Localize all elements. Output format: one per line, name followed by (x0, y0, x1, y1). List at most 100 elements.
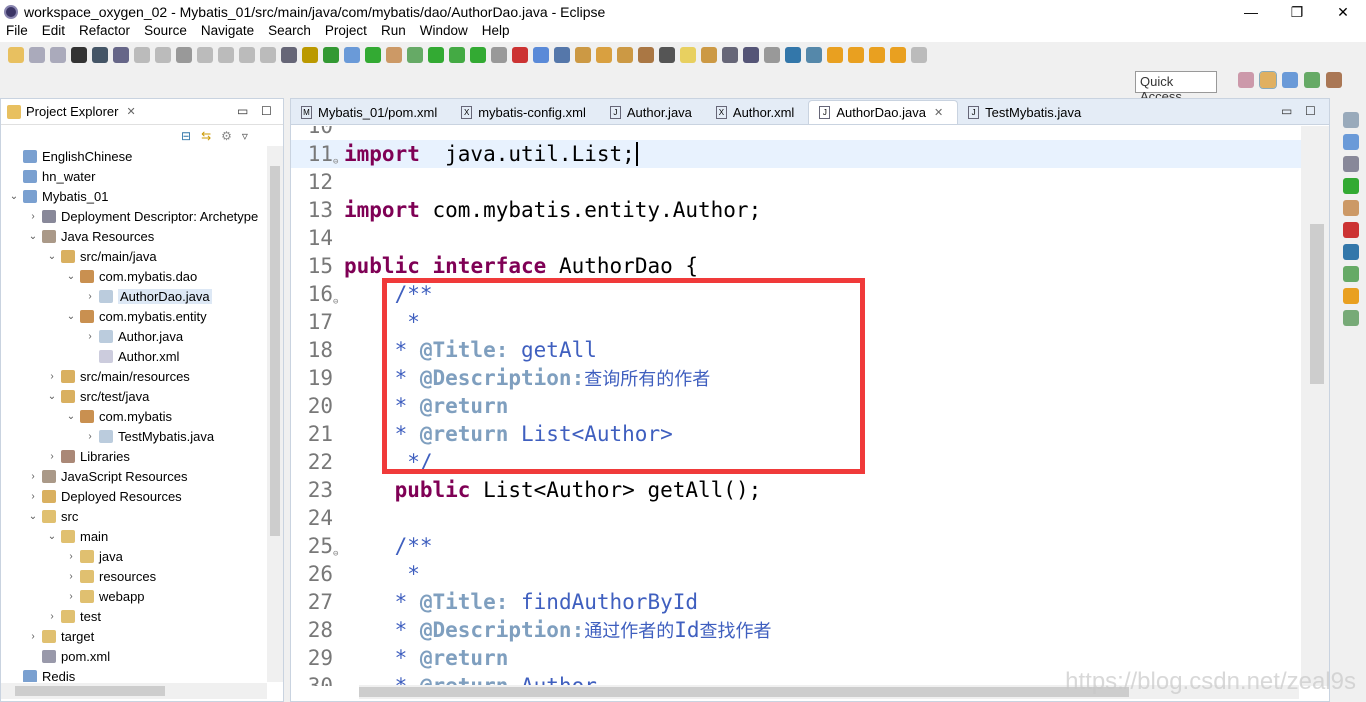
suspend-icon[interactable] (155, 47, 171, 63)
coverage-icon[interactable] (449, 47, 465, 63)
block-selection-icon[interactable] (722, 47, 738, 63)
collapsed-arrow-icon[interactable]: › (45, 451, 59, 462)
collapse-all-icon[interactable]: ⊟ (181, 129, 191, 143)
project-explorer-tab[interactable]: Project Explorer ✕ ▭ ☐ (1, 99, 283, 125)
servers-icon[interactable] (1343, 200, 1359, 216)
maximize-view-icon[interactable]: ☐ (261, 104, 272, 118)
highlight-icon[interactable] (680, 47, 696, 63)
back-arrow-icon[interactable] (890, 47, 906, 63)
run-last-icon[interactable] (512, 47, 528, 63)
quick-access-input[interactable]: Quick Access (1135, 71, 1217, 104)
drop-frame-icon[interactable] (281, 47, 297, 63)
expanded-arrow-icon[interactable]: ⌄ (26, 511, 40, 522)
open-perspective-icon[interactable] (1238, 72, 1254, 88)
collapsed-arrow-icon[interactable]: › (64, 551, 78, 562)
stop-icon[interactable] (491, 47, 507, 63)
progress-icon[interactable] (1343, 266, 1359, 282)
console-icon[interactable] (92, 47, 108, 63)
debug-view-icon[interactable] (1343, 310, 1359, 326)
toggle-ws-icon[interactable] (701, 47, 717, 63)
minimize-editor-icon[interactable]: ▭ (1281, 104, 1292, 118)
tree-item[interactable]: › JavaScript Resources (1, 466, 267, 486)
expanded-arrow-icon[interactable]: ⌄ (64, 311, 78, 322)
show-whitespace-icon[interactable] (743, 47, 759, 63)
hierarchy-icon[interactable] (1343, 156, 1359, 172)
expanded-arrow-icon[interactable]: ⌄ (64, 411, 78, 422)
spring-boot-icon[interactable] (323, 47, 339, 63)
tree-item[interactable]: ⌄ com.mybatis.entity (1, 306, 267, 326)
editor-tab[interactable]: Xmybatis-config.xml (451, 100, 600, 124)
tree-item[interactable]: › src/main/resources (1, 366, 267, 386)
expanded-arrow-icon[interactable]: ⌄ (45, 391, 59, 402)
editor-vertical-scrollbar[interactable] (1301, 126, 1329, 686)
step-over-icon[interactable] (239, 47, 255, 63)
tree-item[interactable]: ⌄ src (1, 506, 267, 526)
close-button[interactable]: ✕ (1320, 0, 1366, 24)
link-with-editor-icon[interactable]: ⇆ (201, 129, 211, 143)
tree-item[interactable]: › java (1, 546, 267, 566)
menu-run[interactable]: Run (381, 23, 406, 42)
java-perspective-icon[interactable] (1326, 72, 1342, 88)
debug-perspective-icon[interactable] (1304, 72, 1320, 88)
open-type-icon[interactable] (638, 47, 654, 63)
new-icon[interactable] (8, 47, 24, 63)
tree-item[interactable]: ⌄ src/main/java (1, 246, 267, 266)
terminate-icon[interactable] (176, 47, 192, 63)
menu-window[interactable]: Window (420, 23, 468, 42)
code-area[interactable]: 10 11⊖import java.util.List;​12 13 import c… (291, 126, 1301, 686)
markers-icon[interactable] (1343, 222, 1359, 238)
tree-item[interactable]: › resources (1, 566, 267, 586)
view-menu-icon[interactable]: ▿ (242, 129, 248, 143)
resume-icon[interactable] (134, 47, 150, 63)
task-list-icon[interactable] (1343, 134, 1359, 150)
prev-annotation-icon[interactable] (848, 47, 864, 63)
new-spring-icon[interactable] (554, 47, 570, 63)
filter-icon[interactable]: ⚙ (221, 129, 232, 143)
menu-file[interactable]: File (6, 23, 28, 42)
save-icon[interactable] (29, 47, 45, 63)
open-project-icon[interactable] (575, 47, 591, 63)
expanded-arrow-icon[interactable]: ⌄ (45, 251, 59, 262)
editor-tab[interactable]: M Mybatis_01/pom.xml (291, 100, 451, 124)
use-step-filters-icon[interactable] (302, 47, 318, 63)
expanded-arrow-icon[interactable]: ⌄ (64, 271, 78, 282)
menu-refactor[interactable]: Refactor (79, 23, 130, 42)
collapsed-arrow-icon[interactable]: › (26, 491, 40, 502)
save-all-icon[interactable] (50, 47, 66, 63)
minimize-view-icon[interactable]: ▭ (237, 104, 248, 118)
java-agent-icon[interactable] (386, 47, 402, 63)
open-folder-icon[interactable] (596, 47, 612, 63)
explorer-horizontal-scrollbar[interactable] (1, 683, 267, 699)
editor-tab[interactable]: J Author.java (600, 100, 706, 124)
collapsed-arrow-icon[interactable]: › (26, 631, 40, 642)
menu-project[interactable]: Project (325, 23, 367, 42)
tree-item[interactable]: ⌄ Mybatis_01 (1, 186, 267, 206)
expanded-arrow-icon[interactable]: ⌄ (26, 231, 40, 242)
data-source-icon[interactable] (1343, 288, 1359, 304)
toggle-mark-icon[interactable] (344, 47, 360, 63)
junit-icon[interactable] (1343, 178, 1359, 194)
tree-item[interactable]: › TestMybatis.java (1, 426, 267, 446)
menu-source[interactable]: Source (144, 23, 187, 42)
pin-icon[interactable] (659, 47, 675, 63)
menu-help[interactable]: Help (482, 23, 510, 42)
globe-icon[interactable] (785, 47, 801, 63)
collapsed-arrow-icon[interactable]: › (83, 291, 97, 302)
collapsed-arrow-icon[interactable]: › (64, 591, 78, 602)
restore-button[interactable]: ❐ (1274, 0, 1320, 24)
close-tab-icon[interactable]: ✕ (934, 106, 943, 119)
pen-icon[interactable] (617, 47, 633, 63)
editor-tab[interactable]: J TestMybatis.java (958, 100, 1095, 124)
minimize-button[interactable]: — (1228, 0, 1274, 24)
tree-item[interactable]: ⌄ src/test/java (1, 386, 267, 406)
refresh-error-icon[interactable] (365, 47, 381, 63)
run-external-icon[interactable] (470, 47, 486, 63)
tree-item[interactable]: › AuthorDao.java (1, 286, 267, 306)
tree-item[interactable]: › Deployed Resources (1, 486, 267, 506)
collapsed-arrow-icon[interactable]: › (26, 471, 40, 482)
tree-item[interactable]: › Author.java (1, 326, 267, 346)
expanded-arrow-icon[interactable]: ⌄ (45, 531, 59, 542)
disconnect-icon[interactable] (197, 47, 213, 63)
forward-icon[interactable] (911, 47, 927, 63)
profile-icon[interactable] (71, 47, 87, 63)
